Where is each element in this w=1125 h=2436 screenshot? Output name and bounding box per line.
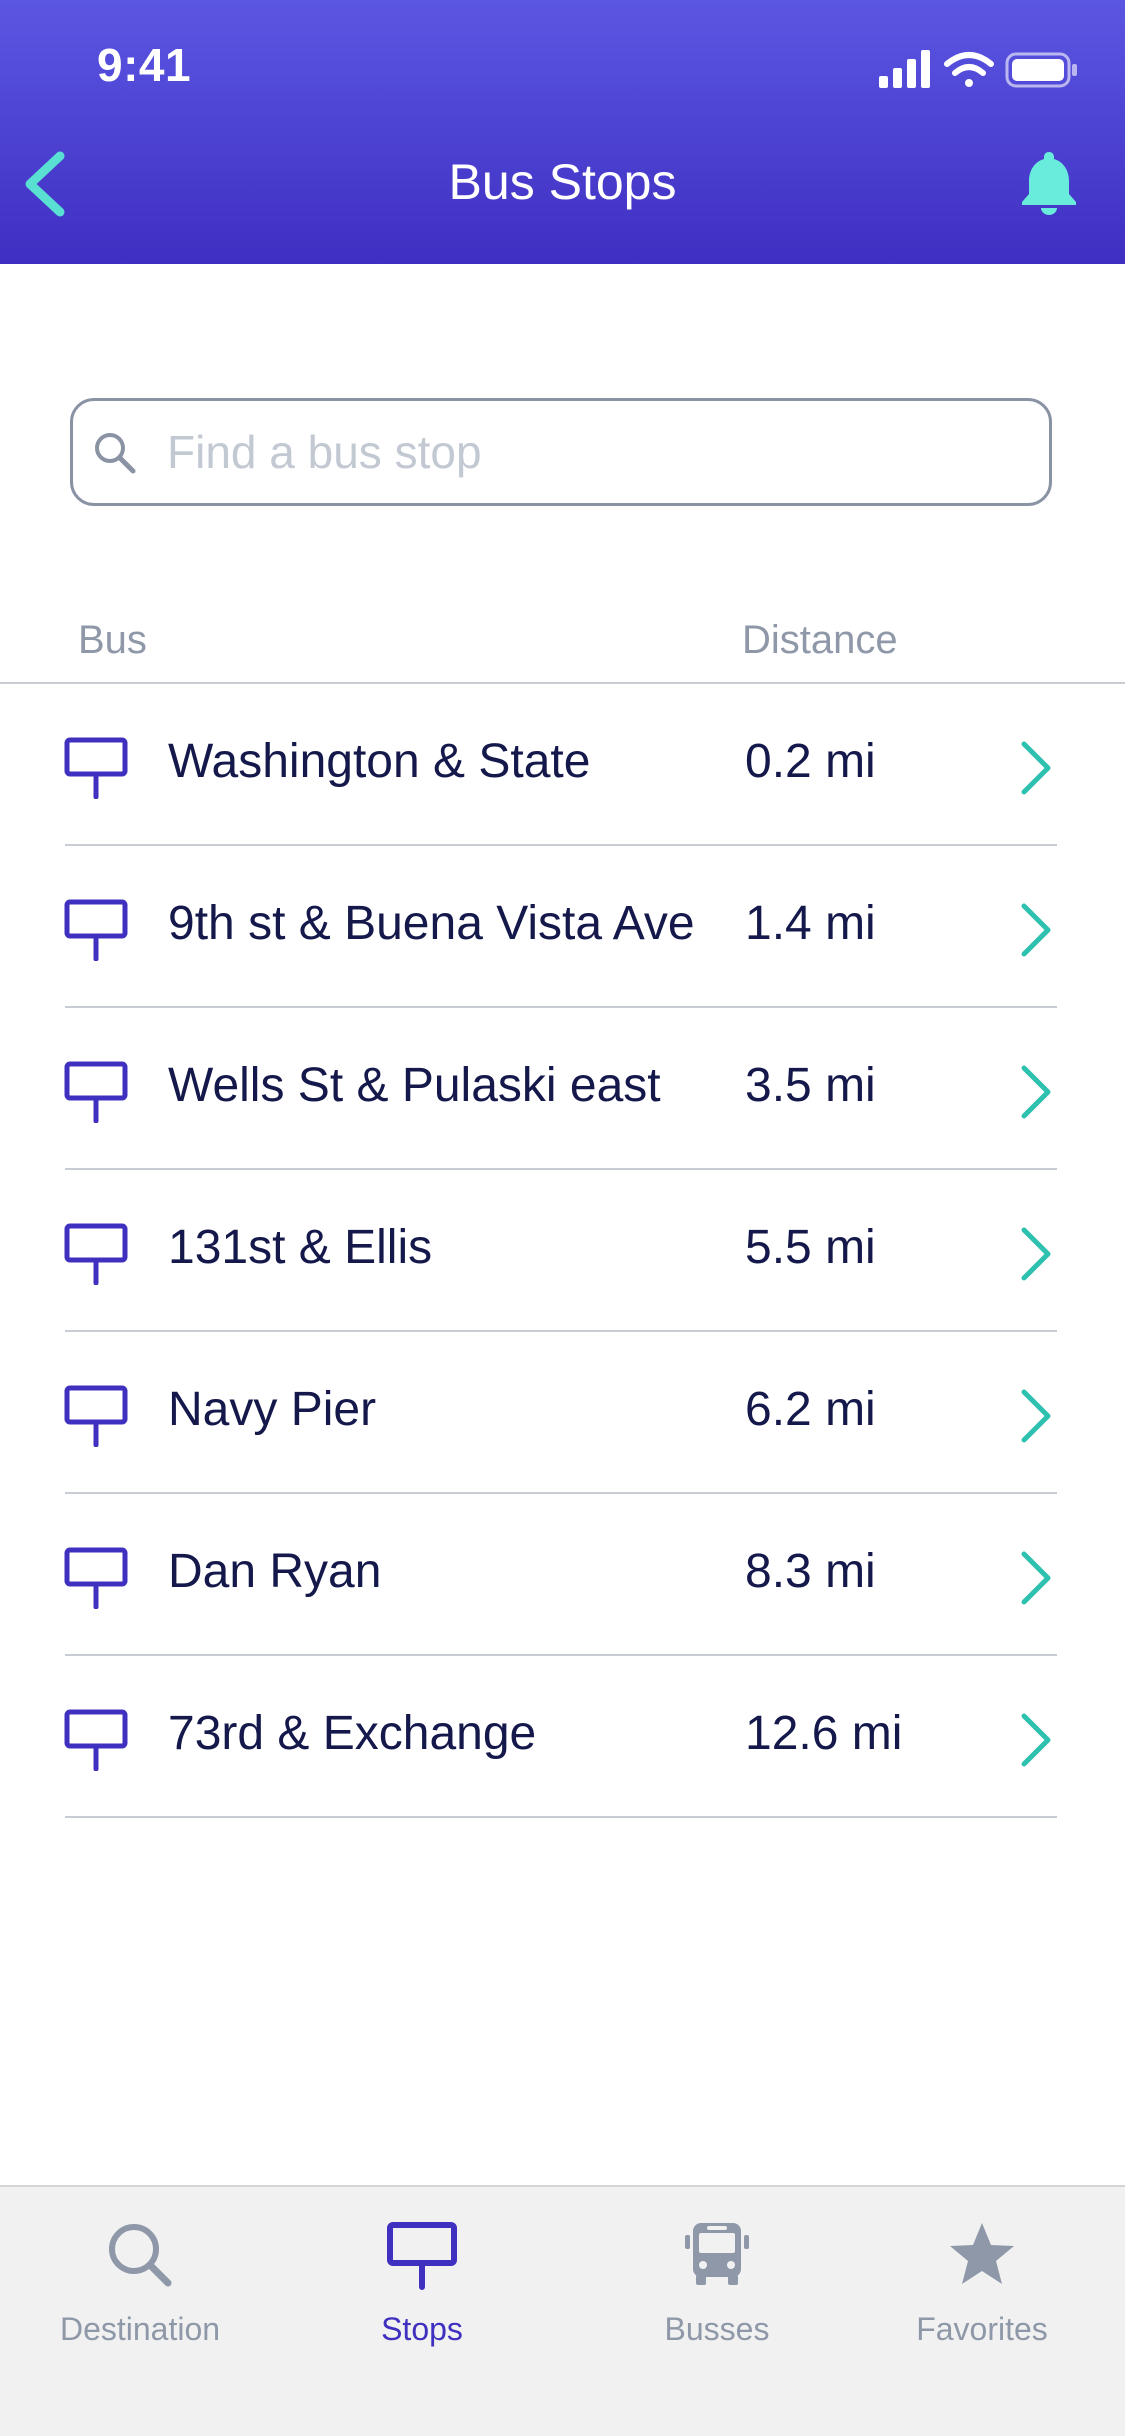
bus-stop-row[interactable]: Dan Ryan 8.3 mi (0, 1494, 1125, 1656)
bus-stop-distance: 5.5 mi (745, 1221, 876, 1274)
bus-stop-icon (387, 2222, 457, 2290)
chevron-right-icon (1021, 1227, 1051, 1281)
tab-favorites[interactable]: Favorites (862, 2219, 1102, 2359)
search-icon (109, 2224, 172, 2287)
bus-stop-icon (64, 1061, 128, 1123)
tab-bar: Destination Stops Busses Favorites (0, 2185, 1125, 2436)
bus-stop-distance: 1.4 mi (745, 897, 876, 950)
bus-stop-row[interactable]: 73rd & Exchange 12.6 mi (0, 1656, 1125, 1818)
signal-icon (879, 50, 930, 88)
bus-stop-distance: 3.5 mi (745, 1059, 876, 1112)
status-icons (879, 50, 1077, 88)
chevron-right-icon (1021, 1551, 1051, 1605)
search-input[interactable] (167, 419, 1027, 485)
bus-stop-row[interactable]: Washington & State 0.2 mi (0, 684, 1125, 846)
wifi-icon (944, 52, 994, 87)
bus-stop-icon (64, 1547, 128, 1609)
tab-busses[interactable]: Busses (597, 2219, 837, 2359)
bus-stop-name: 131st & Ellis (168, 1221, 433, 1274)
bus-stop-icon (64, 899, 128, 961)
search-icon (95, 433, 136, 474)
bus-stop-distance: 12.6 mi (745, 1707, 903, 1760)
bus-stop-icon (64, 1223, 128, 1285)
tab-label: Favorites (916, 2311, 1048, 2347)
bell-icon[interactable] (1019, 150, 1079, 216)
search-box[interactable] (70, 398, 1052, 506)
bus-stop-distance: 0.2 mi (745, 735, 876, 788)
bus-stop-name: Wells St & Pulaski east (168, 1059, 661, 1112)
column-header-distance: Distance (742, 618, 898, 662)
tab-stops[interactable]: Stops (302, 2219, 542, 2359)
chevron-right-icon (1021, 1713, 1051, 1767)
bus-stop-distance: 8.3 mi (745, 1545, 876, 1598)
status-time: 9:41 (97, 39, 192, 91)
app-header: 9:41 Bus Stops (0, 0, 1125, 264)
bus-stop-name: 73rd & Exchange (168, 1707, 537, 1760)
bus-stop-name: Dan Ryan (168, 1545, 382, 1598)
bus-stop-row[interactable]: Navy Pier 6.2 mi (0, 1332, 1125, 1494)
bus-stop-list: Washington & State 0.2 mi 9th st & Buena… (0, 684, 1125, 1818)
star-icon (950, 2223, 1014, 2284)
bus-stop-row[interactable]: 131st & Ellis 5.5 mi (0, 1170, 1125, 1332)
bus-stop-name: Navy Pier (168, 1383, 377, 1436)
bus-stop-name: Washington & State (168, 735, 591, 788)
bus-stop-icon (64, 737, 128, 799)
tab-destination[interactable]: Destination (20, 2219, 260, 2359)
bus-stop-distance: 6.2 mi (745, 1383, 876, 1436)
chevron-right-icon (1021, 1389, 1051, 1443)
chevron-right-icon (1021, 1065, 1051, 1119)
page-title: Bus Stops (448, 154, 677, 210)
bus-stop-icon (64, 1385, 128, 1447)
bus-icon (685, 2223, 749, 2285)
bus-stop-row[interactable]: Wells St & Pulaski east 3.5 mi (0, 1008, 1125, 1170)
chevron-right-icon (1021, 741, 1051, 795)
bus-stop-row[interactable]: 9th st & Buena Vista Ave 1.4 mi (0, 846, 1125, 1008)
chevron-right-icon (1021, 903, 1051, 957)
tab-label: Stops (381, 2311, 463, 2347)
column-header-bus: Bus (78, 618, 147, 662)
row-divider (65, 1816, 1057, 1818)
bus-stop-name: 9th st & Buena Vista Ave (168, 897, 695, 950)
tab-label: Destination (59, 2311, 221, 2347)
bus-stop-icon (64, 1709, 128, 1771)
tab-label: Busses (664, 2311, 770, 2347)
battery-icon (1005, 52, 1077, 88)
